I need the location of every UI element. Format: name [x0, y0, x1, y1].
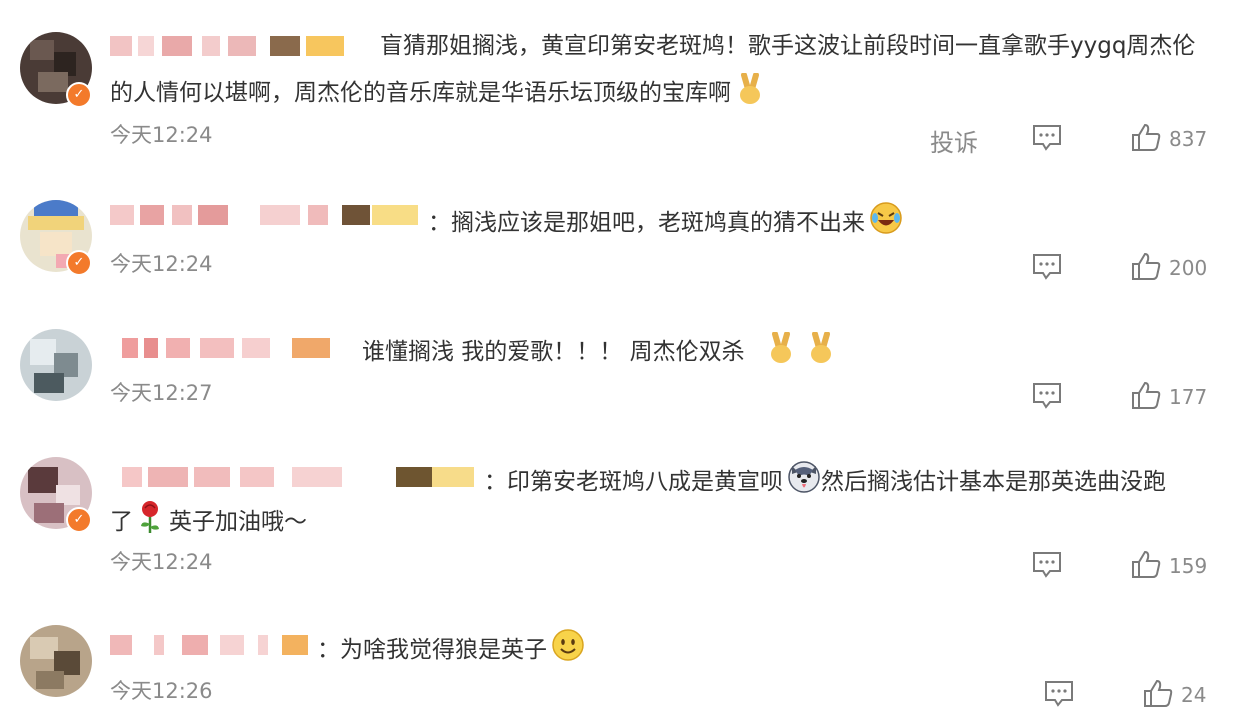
thumbs-up-icon[interactable] — [1131, 122, 1161, 156]
username-blurred[interactable] — [122, 467, 477, 487]
rose-emoji-icon — [137, 500, 163, 542]
rolling-laughing-emoji-icon — [869, 201, 903, 243]
verified-badge-icon: ✓ — [66, 250, 92, 276]
thumbs-up-icon[interactable] — [1131, 549, 1161, 583]
thumbs-up-icon[interactable] — [1143, 678, 1173, 712]
comment-text: ：为啥我觉得狼是英子 — [317, 628, 585, 670]
avatar[interactable] — [20, 329, 92, 401]
comment-item: ：为啥我觉得狼是英子 今天12:26 24 — [0, 605, 1236, 718]
timestamp: 今天12:27 — [110, 381, 213, 405]
username-blurred[interactable] — [110, 36, 345, 56]
report-button[interactable]: 投诉 — [930, 123, 978, 158]
comment-item: ✓ 盲猜那姐搁浅，黄宣印第安老斑鸠！歌手这波让前段时间一直拿歌手yygq周杰伦 … — [0, 0, 1236, 175]
like-count: 837 — [1169, 127, 1208, 151]
comment-bubble-icon[interactable] — [1032, 253, 1062, 285]
victory-hand-emoji-icon — [735, 72, 765, 113]
timestamp: 今天12:24 — [110, 123, 213, 147]
comment-text: 盲猜那姐搁浅，黄宣印第安老斑鸠！歌手这波让前段时间一直拿歌手yygq周杰伦 — [380, 33, 1196, 59]
like-count: 24 — [1181, 683, 1207, 707]
thumbs-up-icon[interactable] — [1131, 380, 1161, 414]
husky-dog-emoji-icon — [787, 460, 821, 502]
verified-badge-icon: ✓ — [66, 507, 92, 533]
username-blurred[interactable] — [110, 205, 420, 225]
verified-badge-icon: ✓ — [66, 82, 92, 108]
comment-bubble-icon[interactable] — [1032, 124, 1062, 156]
comment-text: ：搁浅应该是那姐吧，老斑鸠真的猜不出来 — [428, 201, 903, 243]
comment-text: ：印第安老斑鸠八成是黄宣呗 然后搁浅估计基本是那英选曲没跑 — [484, 460, 1166, 502]
like-count: 159 — [1169, 554, 1208, 578]
victory-hand-emoji-icon — [806, 331, 836, 372]
timestamp: 今天12:26 — [110, 679, 213, 703]
like-count: 200 — [1169, 256, 1208, 280]
comment-bubble-icon[interactable] — [1032, 382, 1062, 414]
like-count: 177 — [1169, 385, 1208, 409]
comment-text: 谁懂搁浅 我的爱歌！！！ 周杰伦双杀 — [362, 331, 836, 372]
comment-text-continued: 了 英子加油哦～ — [110, 500, 307, 542]
comment-item: ✓ ：搁浅应该是那姐吧，老斑鸠真的猜不出来 今天12:24 200 — [0, 175, 1236, 305]
smiley-emoji-icon — [551, 628, 585, 670]
avatar[interactable] — [20, 625, 92, 697]
comment-bubble-icon[interactable] — [1032, 551, 1062, 583]
comment-text-continued: 的人情何以堪啊，周杰伦的音乐库就是华语乐坛顶级的宝库啊 — [110, 72, 765, 113]
comment-bubble-icon[interactable] — [1044, 680, 1074, 712]
victory-hand-emoji-icon — [766, 331, 796, 372]
timestamp: 今天12:24 — [110, 550, 213, 574]
timestamp: 今天12:24 — [110, 252, 213, 276]
comment-item: 谁懂搁浅 我的爱歌！！！ 周杰伦双杀 今天12:27 177 — [0, 305, 1236, 435]
username-blurred[interactable] — [122, 338, 337, 358]
thumbs-up-icon[interactable] — [1131, 251, 1161, 285]
username-blurred[interactable] — [110, 635, 310, 655]
comment-item: ✓ ：印第安老斑鸠八成是黄宣呗 然后搁浅估计基本是那英选曲没跑 了 英子加油哦～… — [0, 435, 1236, 605]
